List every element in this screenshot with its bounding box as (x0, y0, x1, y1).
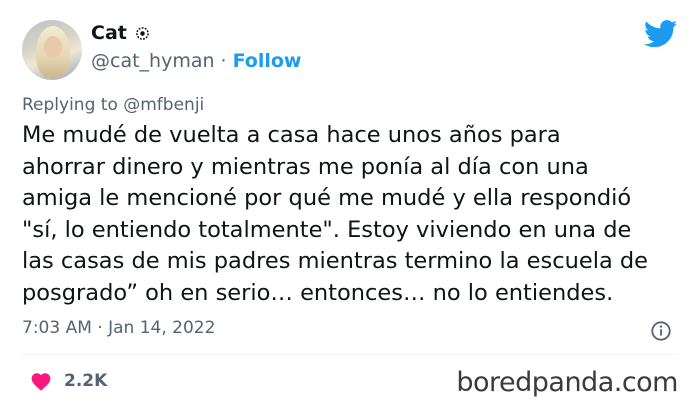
reply-mention-link[interactable]: @mfbenji (123, 95, 204, 115)
heart-icon[interactable] (30, 371, 52, 391)
replying-prefix: Replying to (22, 95, 118, 115)
like-count: 2.2K (64, 371, 108, 391)
tweet-text: Me mudé de vuelta a casa hace unos años … (22, 122, 649, 306)
follow-button[interactable]: Follow (233, 50, 302, 72)
replying-to: Replying to @mfbenji (22, 95, 204, 115)
info-icon[interactable] (650, 320, 672, 342)
verified-badge-icon (135, 26, 149, 40)
display-name[interactable]: Cat (91, 22, 127, 44)
tweet-timestamp[interactable]: 7:03 AM · Jan 14, 2022 (22, 318, 215, 338)
avatar[interactable] (22, 20, 82, 80)
twitter-bird-icon[interactable] (644, 20, 678, 48)
divider (22, 354, 678, 355)
avatar-face (44, 36, 62, 58)
author-handle[interactable]: @cat_hyman (91, 50, 215, 72)
author-handle-row: @cat_hyman · Follow (91, 50, 301, 72)
like-row[interactable]: 2.2K (30, 371, 107, 391)
separator-dot: · (220, 50, 227, 72)
boredpanda-watermark: boredpanda.com (456, 367, 678, 398)
author-name-row: Cat (91, 22, 150, 44)
